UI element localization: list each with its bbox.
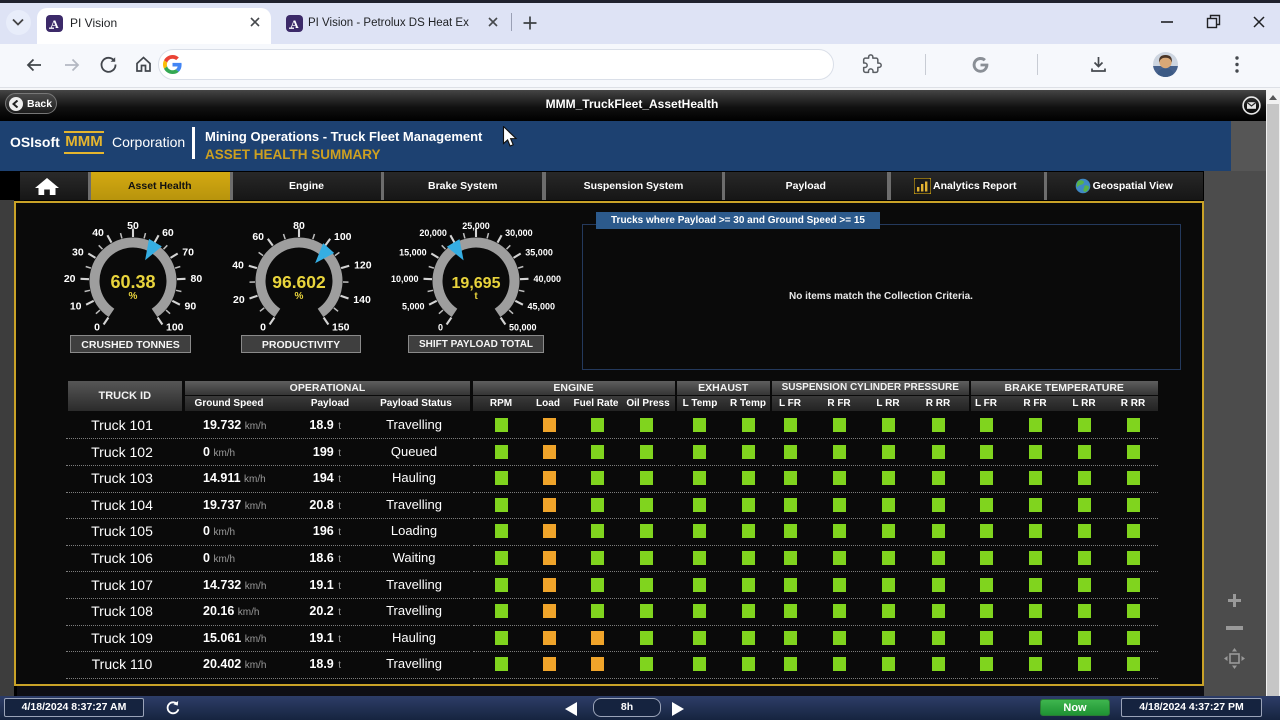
svg-text:60: 60 [162,227,174,239]
svg-text:60: 60 [252,231,264,243]
svg-text:0: 0 [260,322,266,334]
svg-text:100: 100 [166,322,184,334]
svg-text:80: 80 [191,273,203,285]
svg-text:40,000: 40,000 [534,274,562,284]
svg-text:5,000: 5,000 [402,302,425,312]
svg-text:30,000: 30,000 [505,228,533,238]
svg-text:50: 50 [127,220,139,232]
svg-text:140: 140 [353,294,371,306]
svg-text:25,000: 25,000 [462,221,490,231]
svg-text:70: 70 [182,246,194,258]
svg-text:100: 100 [334,231,352,243]
svg-text:50,000: 50,000 [509,323,537,333]
svg-text:15,000: 15,000 [399,247,427,257]
svg-text:150: 150 [332,322,350,334]
svg-text:96.602: 96.602 [272,272,326,292]
svg-text:40: 40 [232,259,244,271]
svg-text:30: 30 [72,246,84,258]
svg-text:19,695: 19,695 [452,275,501,292]
svg-text:120: 120 [354,259,372,271]
svg-text:10: 10 [70,301,82,313]
svg-text:t: t [474,291,478,302]
svg-text:80: 80 [293,220,305,232]
svg-text:35,000: 35,000 [525,247,553,257]
svg-text:%: % [295,291,304,302]
svg-text:20,000: 20,000 [419,228,447,238]
svg-text:90: 90 [185,301,197,313]
svg-text:10,000: 10,000 [391,274,419,284]
svg-text:45,000: 45,000 [528,302,556,312]
svg-text:40: 40 [92,227,104,239]
svg-text:%: % [129,291,138,302]
svg-text:60.38: 60.38 [110,272,155,292]
svg-text:20: 20 [233,294,245,306]
svg-text:A: A [50,17,59,31]
svg-text:0: 0 [94,322,100,334]
svg-text:20: 20 [64,273,76,285]
svg-text:A: A [290,17,299,31]
svg-text:0: 0 [438,323,443,333]
